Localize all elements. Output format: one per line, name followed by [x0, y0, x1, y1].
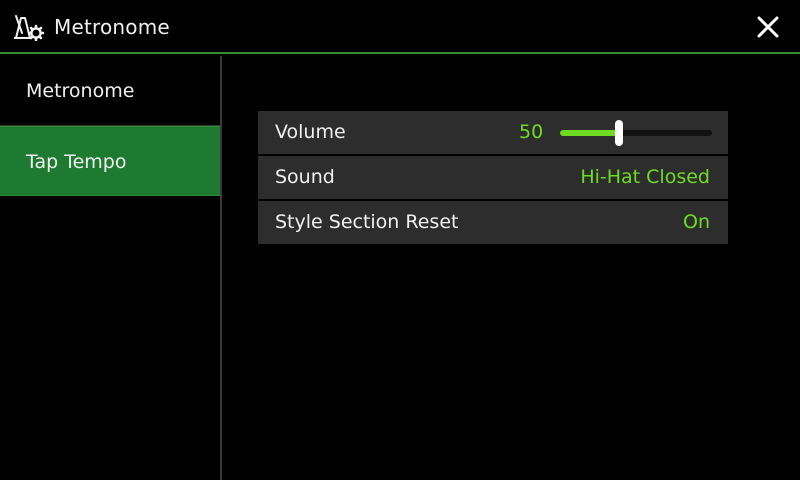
- sound-label: Sound: [275, 166, 335, 188]
- sidebar-item-label: Tap Tempo: [26, 151, 127, 173]
- sound-row[interactable]: Sound Hi-Hat Closed: [258, 156, 728, 199]
- volume-slider[interactable]: [560, 120, 712, 146]
- volume-row[interactable]: Volume 50: [258, 111, 728, 154]
- settings-panel: Volume 50 Sound Hi-Hat Closed Style Sect…: [258, 111, 728, 246]
- style-section-reset-value: On: [683, 211, 710, 233]
- volume-label: Volume: [275, 121, 346, 143]
- sidebar-item-label: Metronome: [26, 80, 135, 102]
- title-bar: Metronome: [0, 0, 800, 54]
- sidebar-item-metronome[interactable]: Metronome: [0, 56, 220, 126]
- close-icon: [757, 16, 779, 38]
- close-button[interactable]: [748, 10, 788, 44]
- sound-value: Hi-Hat Closed: [580, 166, 710, 188]
- style-section-reset-row[interactable]: Style Section Reset On: [258, 201, 728, 244]
- page-title: Metronome: [54, 15, 170, 39]
- style-section-reset-label: Style Section Reset: [275, 211, 459, 233]
- volume-slider-thumb[interactable]: [615, 120, 623, 146]
- volume-slider-fill: [560, 130, 619, 136]
- sidebar: Metronome Tap Tempo: [0, 56, 222, 480]
- sidebar-item-tap-tempo[interactable]: Tap Tempo: [0, 126, 220, 196]
- metronome-settings-icon: [14, 15, 44, 41]
- volume-value: 50: [519, 121, 544, 143]
